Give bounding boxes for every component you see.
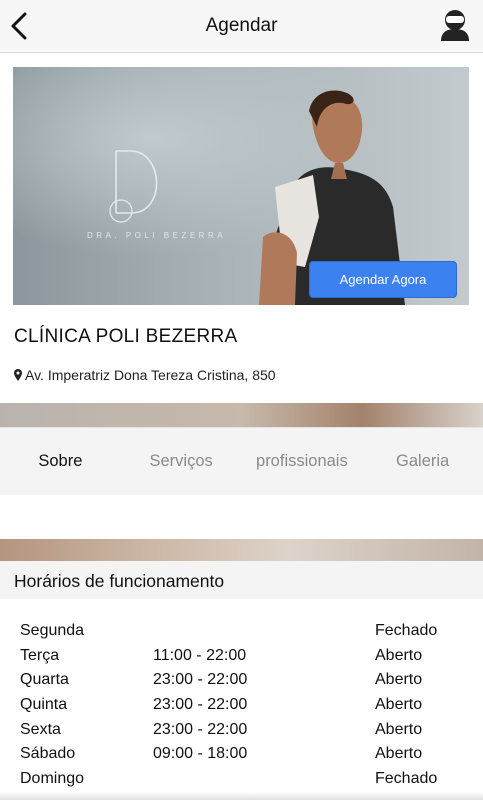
- open-status: Aberto: [375, 671, 423, 689]
- hours-row: Domingo Fechado: [20, 768, 470, 793]
- tab-galeria[interactable]: Galeria: [362, 428, 483, 495]
- open-status: Fechado: [375, 622, 438, 639]
- book-now-button[interactable]: Agendar Agora: [309, 261, 457, 298]
- time-range: 23:00 - 22:00: [153, 671, 248, 689]
- bottom-edge-shadow: [0, 792, 483, 800]
- hours-section-header: Horários de funcionamento: [0, 561, 483, 599]
- time-range: 09:00 - 18:00: [153, 745, 248, 763]
- hours-row: Quinta 23:00 - 22:00 Aberto: [20, 694, 470, 719]
- day-name: Sábado: [20, 745, 76, 763]
- hours-row: Sábado 09:00 - 18:00 Aberto: [20, 743, 470, 768]
- time-range: 23:00 - 22:00: [153, 720, 248, 738]
- hours-table: Segunda Fechado Terça 11:00 - 22:00 Aber…: [20, 620, 470, 793]
- open-status: Aberto: [375, 745, 423, 763]
- day-name: Sexta: [20, 720, 61, 738]
- day-name: Quinta: [20, 696, 68, 714]
- tab-profissionais[interactable]: profissionais: [242, 428, 363, 495]
- clinic-name: CLÍNICA POLI BEZERRA: [14, 326, 238, 347]
- user-avatar-icon: [441, 10, 469, 41]
- clinic-address: Av. Imperatriz Dona Tereza Cristina, 850: [14, 367, 276, 383]
- hours-row: Terça 11:00 - 22:00 Aberto: [20, 645, 470, 670]
- day-name: Segunda: [20, 622, 85, 639]
- tab-sobre[interactable]: Sobre: [0, 428, 121, 495]
- time-range: 11:00 - 22:00: [153, 646, 247, 664]
- hours-row: Quarta 23:00 - 22:00 Aberto: [20, 669, 470, 694]
- time-range: 23:00 - 22:00: [153, 696, 248, 714]
- logo-text: DRA. POLI BEZERRA: [87, 231, 227, 240]
- open-status: Aberto: [375, 646, 423, 664]
- background-image-strip: [0, 403, 483, 427]
- hours-title: Horários de funcionamento: [14, 571, 225, 591]
- open-status: Fechado: [375, 770, 438, 788]
- day-name: Quarta: [20, 671, 69, 689]
- tab-servicos[interactable]: Serviços: [121, 428, 242, 495]
- background-image-strip: [0, 539, 483, 561]
- open-status: Aberto: [375, 696, 423, 714]
- map-pin-icon: [14, 369, 22, 381]
- day-name: Terça: [20, 646, 60, 664]
- hours-row: Sexta 23:00 - 22:00 Aberto: [20, 719, 470, 744]
- top-navigation-bar: Agendar: [0, 0, 483, 53]
- section-tabs: Sobre Serviços profissionais Galeria: [0, 427, 483, 495]
- address-text: Av. Imperatriz Dona Tereza Cristina, 850: [25, 367, 276, 383]
- page-title: Agendar: [205, 15, 278, 36]
- open-status: Aberto: [375, 720, 423, 738]
- day-name: Domingo: [20, 770, 85, 788]
- hero-banner: DRA. POLI BEZERRA Agendar Agora: [13, 67, 469, 305]
- profile-button[interactable]: [439, 8, 471, 42]
- hours-row: Segunda Fechado: [20, 620, 470, 645]
